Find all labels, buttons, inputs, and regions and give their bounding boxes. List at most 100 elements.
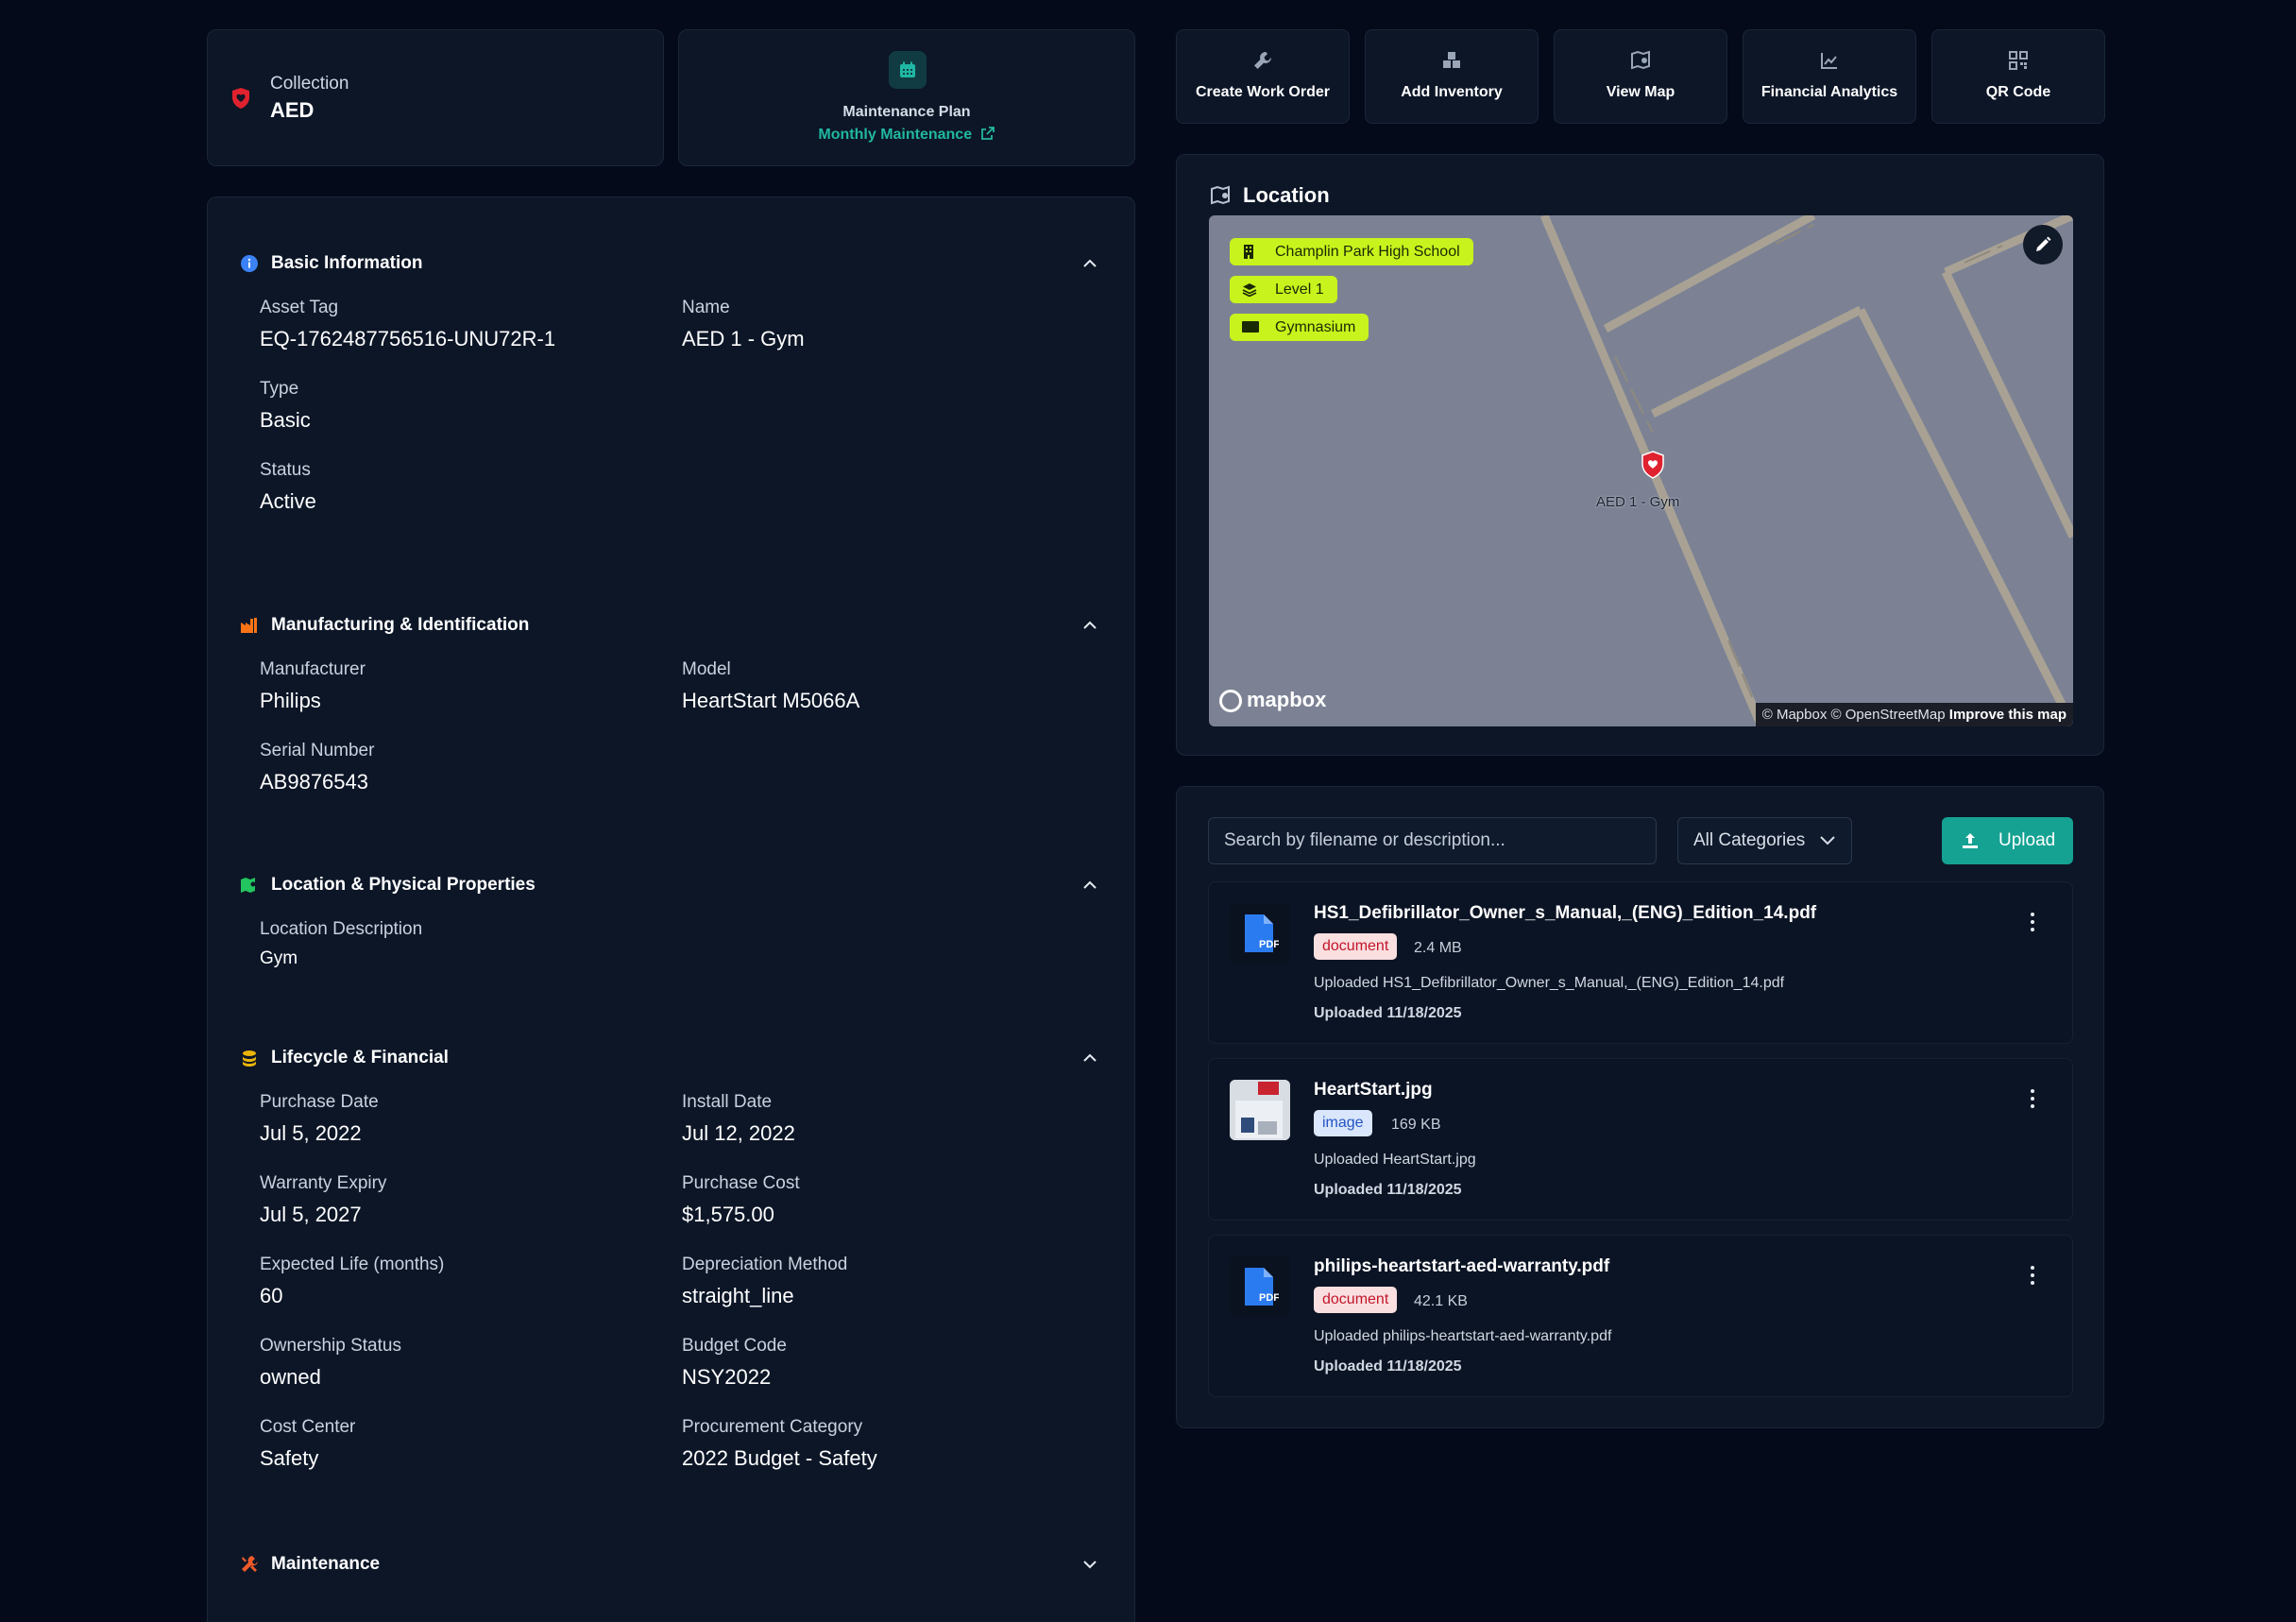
field-name: Name AED 1 - Gym — [682, 298, 805, 351]
location-card: Location Champlin Park High School Level… — [1176, 154, 2104, 756]
field-cost-center: Cost Center Safety — [260, 1417, 355, 1471]
location-card-title-text: Location — [1243, 183, 1330, 207]
collection-card: Collection AED — [207, 29, 664, 166]
map-attribution-text[interactable]: © Mapbox © OpenStreetMap — [1762, 707, 1946, 723]
field-value: Basic — [260, 408, 311, 432]
collection-value: AED — [270, 98, 315, 122]
more-options-icon[interactable] — [2029, 1089, 2036, 1108]
image-thumbnail — [1230, 1080, 1290, 1140]
file-description: Uploaded HS1_Defibrillator_Owner_s_Manua… — [1314, 975, 1785, 991]
file-upload-date: Uploaded 11/18/2025 — [1314, 1182, 1462, 1198]
category-select[interactable]: All Categories — [1677, 817, 1852, 864]
file-size: 42.1 KB — [1414, 1293, 1468, 1309]
more-options-icon[interactable] — [2029, 913, 2036, 931]
map-chip-level-label: Level 1 — [1275, 282, 1324, 298]
map-chip-level[interactable]: Level 1 — [1230, 276, 1337, 303]
section-location-title: Location & Physical Properties — [271, 875, 536, 895]
svg-text:PDF: PDF — [1259, 939, 1279, 950]
mapbox-logo-icon — [1219, 690, 1242, 713]
add-inventory-label: Add Inventory — [1401, 84, 1503, 100]
layers-icon — [1242, 283, 1257, 297]
pencil-icon — [2036, 236, 2051, 251]
add-inventory-button[interactable]: Add Inventory — [1365, 29, 1539, 124]
field-asset-tag: Asset Tag EQ-1762487756516-UNU72R-1 — [260, 298, 555, 351]
field-status: Status Active — [260, 460, 316, 514]
field-procurement-category: Procurement Category 2022 Budget - Safet… — [682, 1417, 877, 1471]
qr-code-button[interactable]: QR Code — [1931, 29, 2105, 124]
field-manufacturer: Manufacturer Philips — [260, 659, 366, 713]
field-serial-number: Serial Number AB9876543 — [260, 741, 374, 794]
wrench-icon — [1254, 52, 1271, 69]
qr-code-label: QR Code — [1985, 84, 2051, 100]
map-view[interactable]: Champlin Park High School Level 1 Gymnas… — [1209, 215, 2073, 726]
field-label: Depreciation Method — [682, 1255, 848, 1274]
field-value: Jul 12, 2022 — [682, 1121, 795, 1145]
maintenance-plan-link-label[interactable]: Monthly Maintenance — [818, 127, 972, 143]
map-chip-room[interactable]: Gymnasium — [1230, 314, 1369, 341]
upload-icon — [1963, 833, 1978, 848]
map-chip-room-label: Gymnasium — [1275, 319, 1356, 335]
section-lifecycle-financial[interactable]: Lifecycle & Financial — [240, 1045, 1099, 1071]
field-value: NSY2022 — [682, 1365, 772, 1389]
file-size: 169 KB — [1391, 1117, 1441, 1133]
shield-heart-icon — [232, 88, 249, 109]
chevron-up-icon[interactable] — [1080, 1049, 1099, 1067]
map-edit-button[interactable] — [2023, 225, 2063, 265]
file-item[interactable]: PDF philips-heartstart-aed-warranty.pdf … — [1208, 1235, 2073, 1397]
chart-line-icon — [1821, 53, 1837, 69]
file-name[interactable]: HS1_Defibrillator_Owner_s_Manual,_(ENG)_… — [1314, 903, 1816, 924]
section-manufacturing[interactable]: Manufacturing & Identification — [240, 612, 1099, 639]
tools-icon — [242, 1556, 258, 1572]
file-name[interactable]: philips-heartstart-aed-warranty.pdf — [1314, 1256, 1609, 1277]
chevron-down-icon[interactable] — [1080, 1555, 1099, 1574]
financial-analytics-button[interactable]: Financial Analytics — [1743, 29, 1916, 124]
create-work-order-button[interactable]: Create Work Order — [1176, 29, 1350, 124]
file-description: Uploaded philips-heartstart-aed-warranty… — [1314, 1328, 1612, 1344]
field-label: Purchase Date — [260, 1092, 379, 1112]
info-icon — [241, 255, 258, 272]
field-value: owned — [260, 1365, 321, 1389]
section-basic-title: Basic Information — [271, 253, 423, 273]
file-size: 2.4 MB — [1414, 940, 1462, 956]
file-name[interactable]: HeartStart.jpg — [1314, 1080, 1433, 1101]
field-label: Location Description — [260, 919, 423, 939]
field-depreciation-method: Depreciation Method straight_line — [682, 1255, 847, 1308]
field-value: HeartStart M5066A — [682, 689, 860, 712]
map-chip-building[interactable]: Champlin Park High School — [1230, 238, 1473, 265]
mapbox-logo[interactable]: mapbox — [1219, 688, 1326, 713]
chevron-up-icon[interactable] — [1080, 876, 1099, 895]
field-value: straight_line — [682, 1284, 794, 1307]
more-options-icon[interactable] — [2029, 1266, 2036, 1285]
file-item[interactable]: PDF HS1_Defibrillator_Owner_s_Manual,_(E… — [1208, 881, 2073, 1044]
boxes-icon — [1443, 52, 1460, 68]
improve-map-link[interactable]: Improve this map — [1949, 707, 2066, 723]
field-label: Warranty Expiry — [260, 1173, 387, 1193]
maintenance-plan-link[interactable]: Monthly Maintenance — [679, 126, 1134, 144]
field-value: Gym — [260, 948, 298, 968]
section-lifecycle-title: Lifecycle & Financial — [271, 1048, 449, 1067]
field-label: Budget Code — [682, 1336, 787, 1356]
section-basic-information[interactable]: Basic Information — [240, 250, 1099, 277]
section-location-physical[interactable]: Location & Physical Properties — [240, 872, 1099, 898]
chevron-up-icon[interactable] — [1080, 254, 1099, 273]
view-map-button[interactable]: View Map — [1554, 29, 1727, 124]
file-search-input[interactable] — [1208, 817, 1657, 864]
asset-details-panel: Basic Information Asset Tag EQ-176248775… — [207, 196, 1135, 1622]
create-work-order-label: Create Work Order — [1196, 84, 1330, 100]
file-upload-date: Uploaded 11/18/2025 — [1314, 1005, 1462, 1021]
field-label: Cost Center — [260, 1417, 356, 1437]
field-label: Serial Number — [260, 741, 375, 760]
file-category-badge: image — [1314, 1110, 1372, 1136]
aed-marker-icon[interactable] — [1641, 451, 1665, 479]
field-label: Expected Life (months) — [260, 1255, 445, 1274]
file-item[interactable]: HeartStart.jpg image 169 KB Uploaded Hea… — [1208, 1058, 2073, 1221]
category-select-value: All Categories — [1693, 830, 1806, 850]
section-manufacturing-title: Manufacturing & Identification — [271, 615, 530, 635]
maintenance-plan-card[interactable]: Maintenance Plan Monthly Maintenance — [678, 29, 1135, 166]
chevron-up-icon[interactable] — [1080, 616, 1099, 635]
field-ownership-status: Ownership Status owned — [260, 1336, 401, 1390]
upload-button[interactable]: Upload — [1942, 817, 2073, 864]
field-location-description: Location Description Gym — [260, 919, 422, 969]
field-label: Status — [260, 460, 311, 480]
section-maintenance[interactable]: Maintenance — [240, 1551, 1099, 1578]
